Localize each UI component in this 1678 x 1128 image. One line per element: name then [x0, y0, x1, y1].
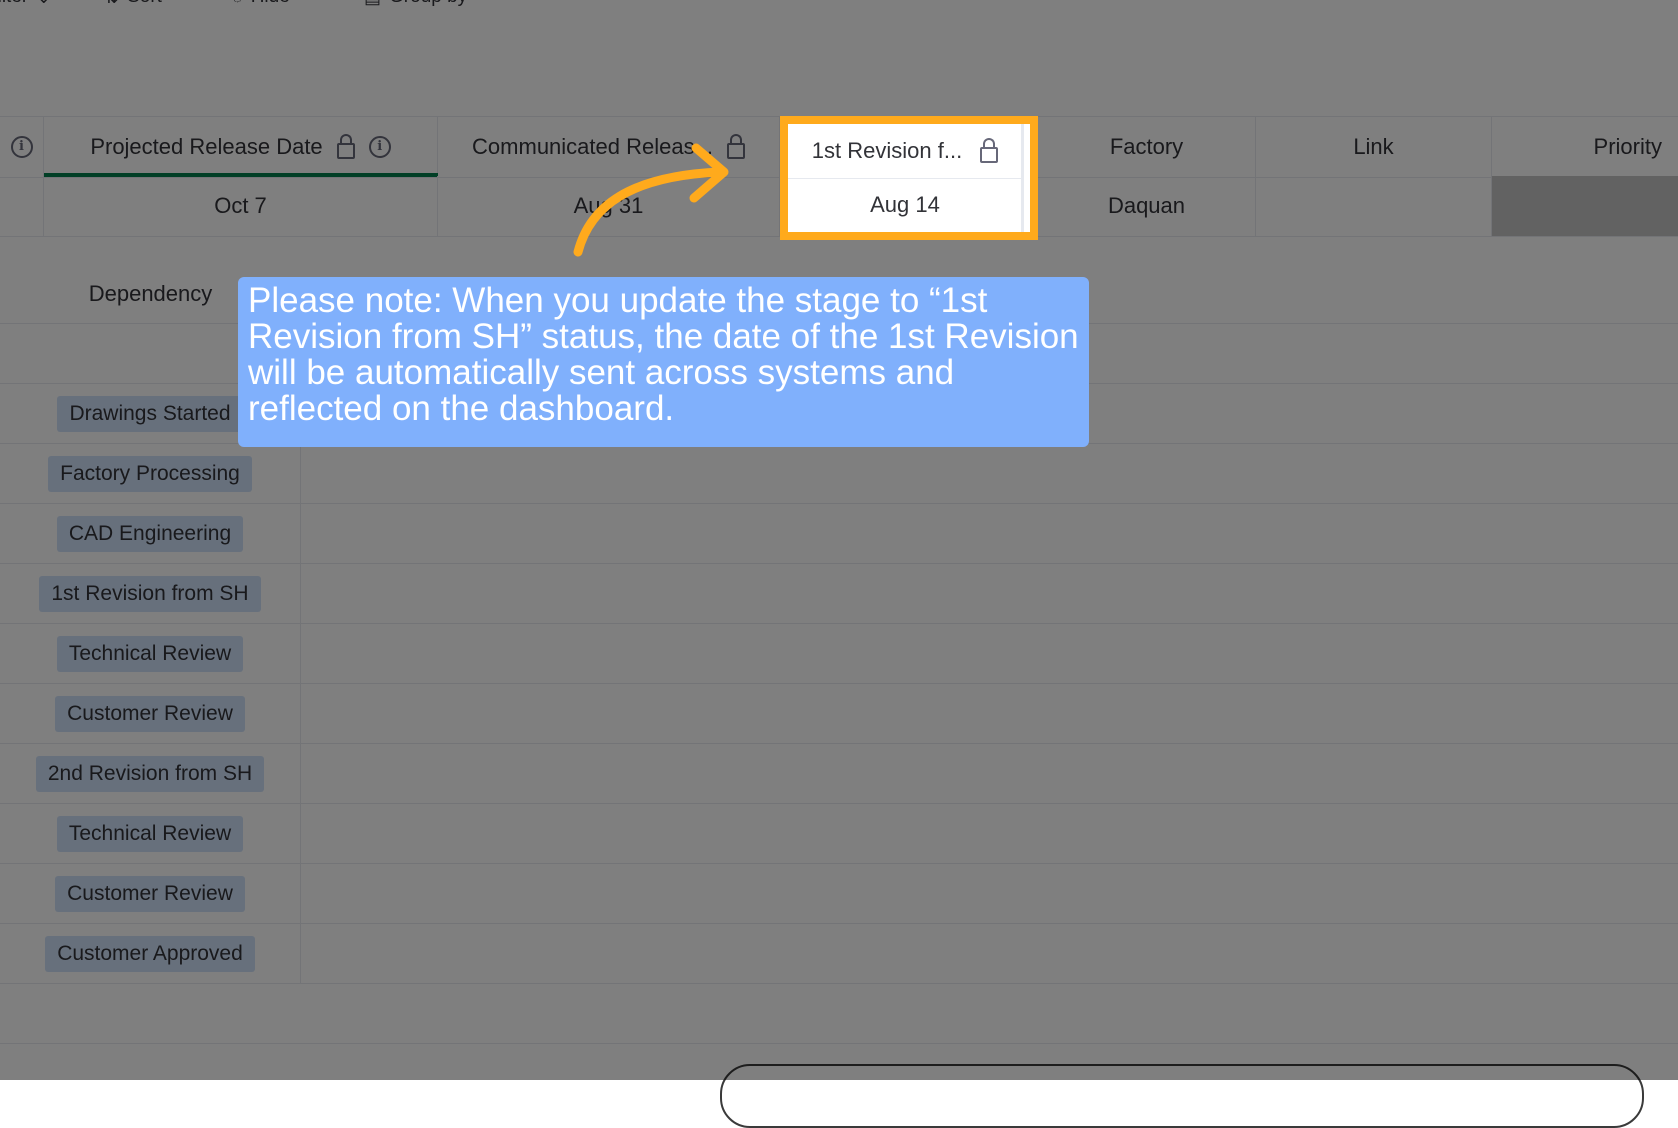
column-header-first-revision[interactable]: 1st Revision f... [788, 124, 1022, 179]
column-title: 1st Revision f... [811, 138, 963, 163]
callout-text: Please note: When you update the stage t… [248, 281, 1079, 428]
column-divider [1021, 124, 1024, 232]
highlight-box: 1st Revision f... Aug 14 [780, 116, 1038, 240]
lock-icon [980, 138, 999, 163]
cell-value: Aug 14 [870, 192, 940, 217]
tooltip-callout: Please note: When you update the stage t… [238, 277, 1089, 447]
first-revision-cell[interactable]: Aug 14 [788, 178, 1022, 232]
curved-arrow-icon [573, 143, 729, 257]
